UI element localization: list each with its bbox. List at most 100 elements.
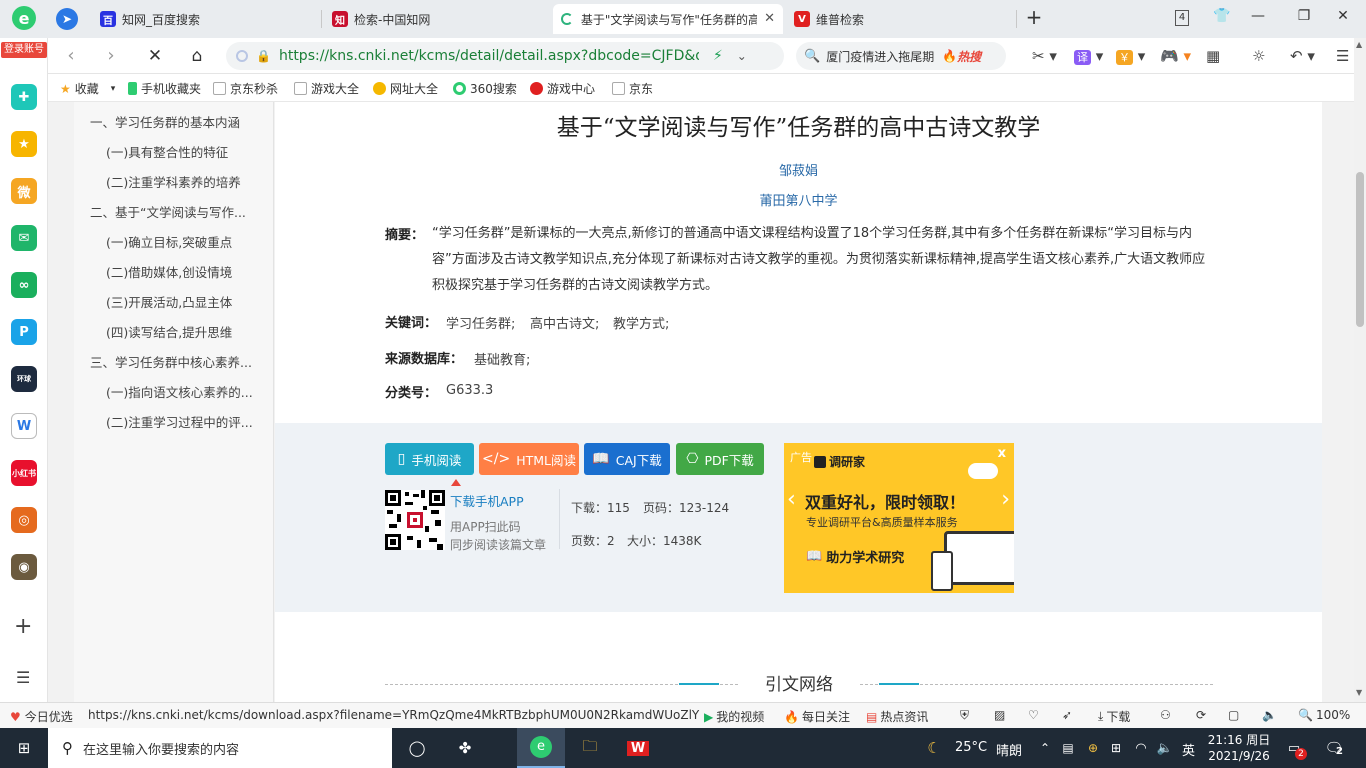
my-videos[interactable]: ▶ 我的视频	[704, 708, 764, 725]
clock-date[interactable]: 2021/9/26	[1205, 749, 1273, 763]
toc-item[interactable]: (四)读写结合,提升思维	[106, 322, 296, 341]
vertical-scrollbar[interactable]: ▲ ▼	[1354, 38, 1366, 702]
new-tab-button[interactable]: +	[1024, 5, 1044, 29]
navigation-icon[interactable]: ➤	[56, 8, 78, 30]
home-button[interactable]: ⌂	[186, 46, 208, 66]
ad-close-button[interactable]: x	[998, 446, 1006, 461]
ad-next-icon[interactable]: ›	[1001, 487, 1010, 512]
browser-logo-icon[interactable]: e	[8, 4, 40, 36]
tray-app-icon[interactable]: ▤	[1060, 734, 1076, 762]
toc-item[interactable]: 三、学习任务群中核心素养...	[90, 352, 280, 371]
html-read-button[interactable]: </> HTML阅读	[479, 443, 579, 475]
toc-item[interactable]: 二、基于“文学阅读与写作...	[90, 202, 280, 221]
file-explorer-icon[interactable]: 🗀	[572, 734, 608, 762]
favorites-menu[interactable]: ★ 收藏 ▾	[60, 80, 115, 97]
task-view-icon[interactable]: ◯	[404, 734, 430, 762]
tab-article[interactable]: 基于"文学阅读与写作"任务群的高中古诗文教学 ✕	[553, 4, 783, 34]
keyword-link[interactable]: 高中古诗文;	[530, 313, 599, 332]
mobile-read-button[interactable]: ▯ 手机阅读	[385, 443, 474, 475]
p-app-icon[interactable]: P	[11, 319, 37, 345]
scrollbar-up-icon[interactable]: ▲	[1356, 40, 1362, 49]
toc-item[interactable]: (一)确立目标,突破重点	[106, 232, 296, 251]
toc-item[interactable]: (一)具有整合性的特征	[106, 142, 296, 161]
sidebar-menu-icon[interactable]: ☰	[16, 668, 30, 687]
chevron-down-icon[interactable]: ⌄	[737, 49, 747, 63]
tray-security-icon[interactable]: ⊞	[1108, 734, 1124, 762]
tab-count-button[interactable]: 4	[1175, 10, 1189, 26]
toc-item[interactable]: (二)注重学习过程中的评...	[106, 412, 296, 431]
clock-time[interactable]: 21:16 周日	[1205, 731, 1273, 748]
window-icon[interactable]: ▢	[1228, 708, 1239, 722]
keyword-link[interactable]: 学习任务群;	[446, 313, 515, 332]
toc-item[interactable]: (二)借助媒体,创设情境	[106, 262, 296, 281]
redbook-icon[interactable]: 小红书	[11, 460, 37, 486]
close-window-button[interactable]: ✕	[1333, 8, 1353, 24]
menu-icon[interactable]: ☰	[1336, 47, 1349, 65]
url-text[interactable]: https://kns.cnki.net/kcms/detail/detail.…	[279, 48, 699, 64]
institution-link[interactable]: 莆田第八中学	[275, 190, 1322, 209]
daily-follow[interactable]: 🔥 每日关注	[784, 708, 850, 725]
game-icon[interactable]: 🎮 ▾	[1160, 47, 1191, 65]
forward-button[interactable]: ›	[100, 46, 122, 66]
favorite-game-center[interactable]: 游戏中心	[530, 80, 595, 97]
weather-desc[interactable]: 晴朗	[996, 740, 1022, 759]
chevron-up-icon[interactable]: ⌃	[1036, 734, 1054, 762]
zoom-control[interactable]: 🔍 100%	[1298, 708, 1350, 722]
taskbar-search[interactable]: ⚲ 在这里输入你要搜索的内容	[48, 728, 392, 768]
brightness-icon[interactable]: ☼	[1252, 47, 1265, 65]
document-icon[interactable]: W	[11, 413, 37, 439]
today-picks[interactable]: ♥ 今日优选	[10, 708, 73, 725]
game-pubg-icon[interactable]: ◉	[11, 554, 37, 580]
refresh-icon[interactable]: ⟳	[1196, 708, 1206, 722]
favorite-jd-seckill[interactable]: 京东秒杀	[213, 80, 278, 97]
translate-status-icon[interactable]: ⚇	[1160, 708, 1171, 722]
scrollbar-down-icon[interactable]: ▼	[1356, 688, 1362, 697]
shield-icon[interactable]: ⛨	[960, 708, 969, 723]
translate-icon[interactable]: 译 ▾	[1074, 47, 1103, 65]
plus-circle-icon[interactable]: ✚	[11, 84, 37, 110]
tab-cnki-search[interactable]: 知 检索-中国知网	[324, 4, 552, 34]
wifi-icon[interactable]: ◠	[1132, 734, 1150, 762]
tab-baidu[interactable]: 百 知网_百度搜索	[92, 4, 320, 34]
apps-grid-icon[interactable]: ▦	[1206, 47, 1220, 65]
skin-icon[interactable]: 👕	[1212, 8, 1232, 24]
lock-icon[interactable]: 🔒	[256, 49, 271, 63]
image-icon[interactable]: ▨	[994, 708, 1005, 722]
search-box[interactable]: 🔍 厦门疫情进入拖尾期 🔥 热搜	[796, 42, 1006, 70]
link-icon[interactable]: ∞	[11, 272, 37, 298]
volume-icon[interactable]: 🔈	[1262, 708, 1277, 722]
weibo-icon[interactable]: 微	[11, 178, 37, 204]
ad-prev-icon[interactable]: ‹	[787, 487, 796, 512]
favorite-mobile[interactable]: 手机收藏夹	[128, 80, 201, 97]
weather-temp[interactable]: 25°C	[955, 740, 987, 755]
input-language[interactable]: 英	[1182, 740, 1195, 759]
hot-search-label[interactable]: 热搜	[957, 48, 981, 65]
pinwheel-app-icon[interactable]: ✤	[450, 734, 480, 762]
speed-mode-icon[interactable]: ⚡	[713, 48, 723, 64]
download-app-link[interactable]: 下载手机APP	[450, 491, 524, 510]
toc-item[interactable]: 一、学习任务群的基本内涵	[90, 112, 280, 131]
browser-taskbar-icon[interactable]: e	[517, 728, 565, 768]
scrollbar-thumb[interactable]	[1356, 172, 1364, 327]
star-icon[interactable]: ★	[11, 131, 37, 157]
scissors-icon[interactable]: ✂ ▾	[1032, 47, 1057, 65]
coupon-icon[interactable]: ￥ ▾	[1116, 47, 1145, 65]
windows-start-icon[interactable]: ⊞	[12, 734, 36, 762]
game-hero-icon[interactable]: ◎	[11, 507, 37, 533]
hot-news[interactable]: ▤ 热点资讯	[866, 708, 928, 725]
close-tab-icon[interactable]: ✕	[764, 11, 775, 26]
ad-banner[interactable]: 广告 调研家 x ‹ › 双重好礼，限时领取！ 专业调研平台&高质量样本服务 📖…	[784, 443, 1014, 593]
speaker-icon[interactable]: 🔈	[1156, 734, 1174, 762]
mail-icon[interactable]: ✉	[11, 225, 37, 251]
toc-item[interactable]: (二)注重学科素养的培养	[106, 172, 296, 191]
favorite-games[interactable]: 游戏大全	[294, 80, 359, 97]
caj-download-button[interactable]: 📖 CAJ下载	[584, 443, 670, 475]
undo-icon[interactable]: ↶ ▾	[1290, 47, 1315, 65]
health-icon[interactable]: ♡	[1028, 708, 1039, 722]
pdf-download-button[interactable]: ⎔ PDF下载	[676, 443, 764, 475]
author-link[interactable]: 邹菽娟	[275, 160, 1322, 179]
news-icon[interactable]: 环球	[11, 366, 37, 392]
add-sidebar-icon[interactable]: +	[14, 614, 32, 639]
wps-icon[interactable]: W	[620, 734, 656, 762]
favorite-sites[interactable]: 网址大全	[373, 80, 438, 97]
